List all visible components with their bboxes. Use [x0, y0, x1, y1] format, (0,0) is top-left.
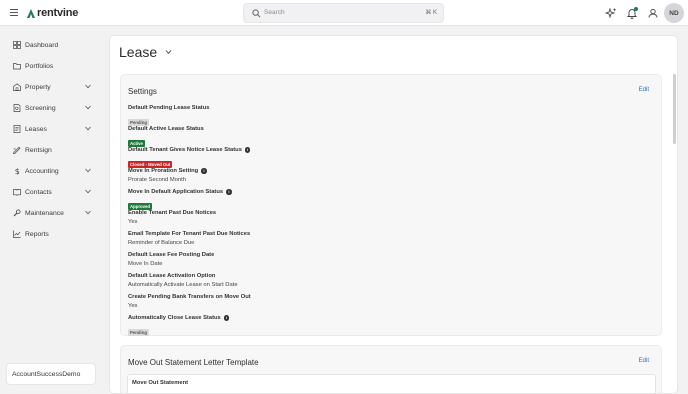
- search-shortcut: ⌘ K: [425, 10, 437, 16]
- field-value: Automatically Activate Lease on Start Da…: [128, 282, 238, 288]
- menu-icon[interactable]: [10, 9, 18, 17]
- chevron-down-icon: [85, 168, 91, 173]
- field-label: Email Template For Tenant Past Due Notic…: [128, 231, 251, 237]
- sparkle-icon[interactable]: [605, 7, 617, 19]
- status-badge: Pending: [128, 329, 149, 336]
- lease-icon: [13, 125, 21, 133]
- main-panel: Lease Settings Edit Default Pending Leas…: [109, 35, 678, 394]
- dashboard-icon: [13, 41, 21, 49]
- reports-icon: [13, 230, 21, 238]
- scrollbar[interactable]: [673, 74, 676, 144]
- field-value: Move In Date: [128, 261, 163, 267]
- rentvine-logo-icon: [27, 8, 35, 18]
- status-badge: Active: [128, 140, 145, 147]
- sidebar-item-reports[interactable]: Reports: [13, 227, 91, 241]
- sidebar-item-leases[interactable]: Leases: [13, 122, 91, 136]
- chevron-down-icon: [85, 189, 91, 194]
- sidebar-item-screening[interactable]: Screening: [13, 101, 91, 115]
- sidebar-item-dashboard[interactable]: Dashboard: [13, 38, 91, 52]
- sidebar-item-contacts[interactable]: Contacts: [13, 185, 91, 199]
- move-out-title: Move Out Statement Letter Template: [128, 358, 259, 367]
- status-badge: Closed - Moved Out: [128, 161, 173, 168]
- field-lease-activation-option: Default Lease Activation Option Automati…: [128, 273, 238, 288]
- field-past-due-email-template: Email Template For Tenant Past Due Notic…: [128, 231, 250, 246]
- settings-card: Settings Edit Default Pending Lease Stat…: [120, 74, 662, 336]
- contacts-icon: [13, 189, 21, 196]
- info-icon[interactable]: i: [244, 147, 251, 153]
- search-input[interactable]: Search ⌘ K: [243, 3, 444, 23]
- sidebar-item-label: Property: [25, 83, 51, 91]
- sidebar-item-label: Rentsign: [25, 146, 52, 154]
- search-placeholder: Search: [264, 9, 285, 16]
- field-label: Default Pending Lease Status: [128, 105, 210, 111]
- logo[interactable]: rentvine: [26, 6, 78, 20]
- top-bar: rentvine Search ⌘ K ND: [0, 0, 688, 26]
- sidebar-item-property[interactable]: Property: [13, 80, 91, 94]
- field-move-in-proration: Move In Proration Setting i Prorate Secon…: [128, 168, 207, 183]
- status-badge: Approved: [128, 203, 153, 210]
- field-auto-close-lease-status: Automatically Close Lease Status i Pendin…: [128, 315, 230, 339]
- field-label: Default Tenant Gives Notice Lease Status…: [128, 147, 251, 153]
- sidebar-item-label: Leases: [25, 125, 47, 133]
- sidebar-item-label: Maintenance: [25, 209, 64, 217]
- sidebar: Dashboard Portfolios Property Screening …: [0, 27, 104, 394]
- info-icon[interactable]: i: [223, 315, 230, 321]
- field-label: Automatically Close Lease Status i: [128, 315, 230, 321]
- template-preview-label: Move Out Statement: [132, 380, 189, 386]
- field-value: Yes: [128, 219, 138, 225]
- sidebar-item-label: Dashboard: [25, 41, 59, 49]
- folder-icon: [13, 63, 21, 70]
- sidebar-item-accounting[interactable]: $ Accounting: [13, 164, 91, 178]
- dollar-icon: $: [15, 167, 20, 175]
- field-value: Prorate Second Month: [128, 177, 187, 183]
- sidebar-item-label: Screening: [25, 104, 56, 112]
- sidebar-item-rentsign[interactable]: Rentsign: [13, 143, 91, 157]
- chevron-down-icon: [85, 105, 91, 110]
- info-icon[interactable]: i: [226, 189, 232, 195]
- field-label: Default Lease Activation Option: [128, 273, 216, 279]
- account-switcher[interactable]: AccountSuccessDemo: [6, 363, 96, 385]
- field-value: Yes: [128, 303, 138, 309]
- field-value: Reminder of Balance Due: [128, 240, 195, 246]
- info-icon[interactable]: i: [201, 168, 207, 174]
- status-badge: Pending: [128, 119, 149, 126]
- settings-edit-button[interactable]: Edit: [639, 87, 649, 93]
- field-label: Create Pending Bank Transfers on Move Ou…: [128, 294, 251, 300]
- logo-text: rentvine: [37, 7, 79, 19]
- notification-dot: [634, 7, 638, 11]
- chevron-down-icon[interactable]: [165, 49, 172, 55]
- wrench-icon: [13, 209, 21, 217]
- template-preview: Move Out Statement: [127, 374, 656, 393]
- screening-icon: [13, 104, 21, 112]
- sidebar-item-maintenance[interactable]: Maintenance: [13, 206, 91, 220]
- sign-icon: [13, 146, 21, 154]
- settings-title: Settings: [128, 87, 157, 96]
- move-out-edit-button[interactable]: Edit: [639, 358, 649, 364]
- sidebar-item-label: Accounting: [25, 167, 59, 175]
- field-pending-bank-transfers: Create Pending Bank Transfers on Move Ou…: [128, 294, 251, 309]
- field-label: Default Lease Fee Posting Date: [128, 252, 215, 258]
- field-label: Move In Proration Setting i: [128, 168, 207, 174]
- chevron-down-icon: [85, 126, 91, 131]
- field-enable-past-due-notices: Enable Tenant Past Due Notices Yes: [128, 210, 216, 225]
- move-out-template-card: Move Out Statement Letter Template Edit …: [120, 345, 662, 393]
- user-icon[interactable]: [647, 7, 659, 19]
- field-label: Default Active Lease Status: [128, 126, 204, 132]
- avatar[interactable]: ND: [664, 3, 684, 23]
- building-icon: [13, 83, 21, 91]
- sidebar-item-label: Portfolios: [25, 62, 54, 70]
- sidebar-item-portfolios[interactable]: Portfolios: [13, 59, 91, 73]
- field-fee-posting-date: Default Lease Fee Posting Date Move In D…: [128, 252, 214, 267]
- page-title: Lease: [119, 44, 158, 60]
- search-icon: [252, 9, 261, 18]
- chevron-down-icon: [85, 210, 91, 215]
- field-label: Enable Tenant Past Due Notices: [128, 210, 217, 216]
- svg-text:$: $: [15, 167, 20, 175]
- sidebar-item-label: Contacts: [25, 188, 52, 196]
- field-label: Move In Default Application Status i: [128, 189, 232, 195]
- chevron-down-icon: [85, 84, 91, 89]
- sidebar-item-label: Reports: [25, 230, 49, 238]
